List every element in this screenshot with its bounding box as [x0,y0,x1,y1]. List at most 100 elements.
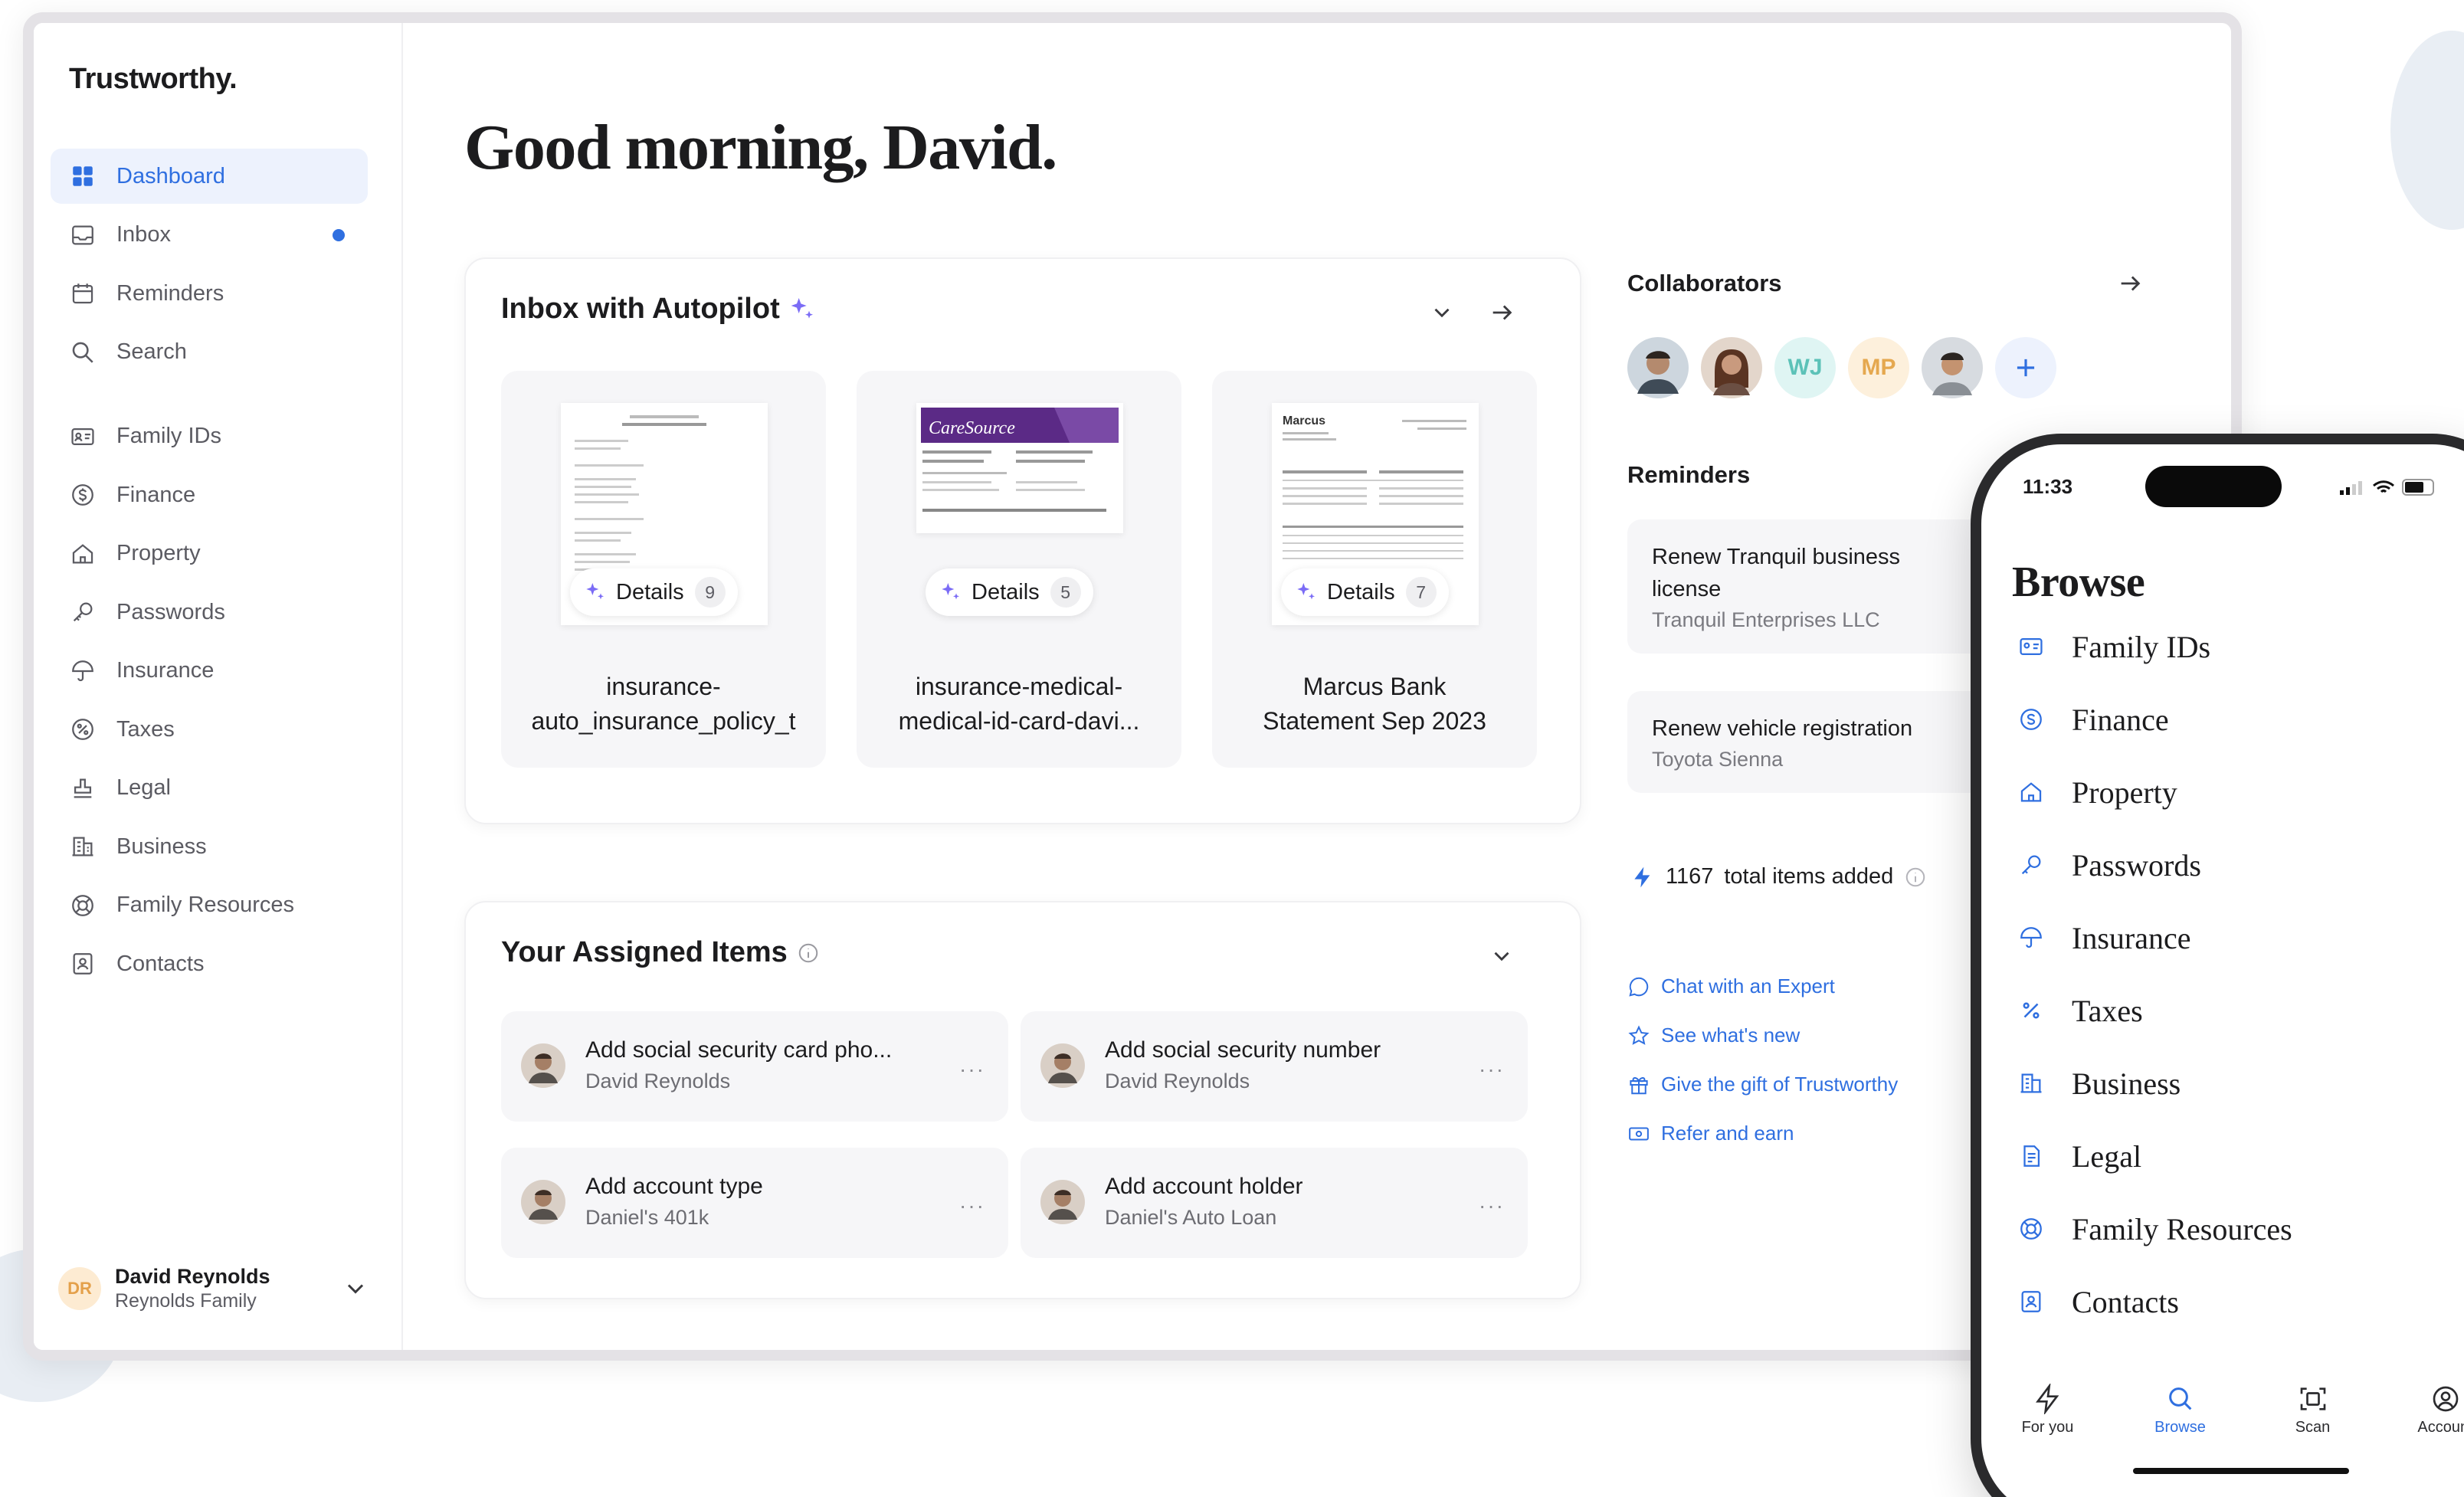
dollar-icon [69,481,97,509]
sidebar-item-label: Family Resources [116,893,295,917]
browse-item-property[interactable]: Property [2012,769,2177,815]
link-gift[interactable]: Give the gift of Trustworthy [1627,1073,1898,1096]
sidebar-item-insurance[interactable]: Insurance [51,644,368,699]
assigned-item-subtitle: David Reynolds [1105,1070,1250,1092]
browse-item-business[interactable]: Business [2012,1060,2181,1106]
status-time: 11:33 [2023,475,2073,498]
sidebar-item-label: Business [116,834,207,859]
collaborator-avatar[interactable] [1701,337,1762,398]
sidebar-item-inbox[interactable]: Inbox [51,208,368,263]
avatar: DR [58,1267,101,1310]
sidebar-item-legal[interactable]: Legal [51,761,368,816]
browse-item-label: Family Resources [2072,1211,2292,1246]
browse-item-label: Finance [2072,702,2169,737]
percent-icon [69,716,97,743]
assigned-item[interactable]: Add account holder Daniel's Auto Loan ··… [1021,1148,1528,1258]
assigned-item-title: Add account holder [1105,1174,1303,1199]
sidebar: Trustworthy. Dashboard Inbox Reminders S… [34,23,403,1350]
open-collaborators-button[interactable] [2113,267,2147,300]
collaborator-avatar[interactable]: WJ [1774,337,1836,398]
info-icon[interactable] [1904,866,1927,889]
chevron-down-icon[interactable] [342,1275,369,1302]
sidebar-item-search[interactable]: Search [51,325,368,380]
browse-item-insurance[interactable]: Insurance [2012,915,2190,961]
link-whats-new[interactable]: See what's new [1627,1024,1800,1047]
collaborator-avatar[interactable]: MP [1848,337,1909,398]
background-blob [2390,31,2464,230]
collapse-button[interactable] [1425,296,1459,329]
browse-item-family-resources[interactable]: Family Resources [2012,1206,2292,1252]
sidebar-item-family-resources[interactable]: Family Resources [51,878,368,933]
document-name-line: medical-id-card-davi... [898,707,1140,735]
details-button[interactable]: Details 7 [1281,568,1449,616]
chat-bubble-icon [1629,977,1649,997]
collapse-button[interactable] [1485,939,1519,973]
reminder-subtitle: Tranquil Enterprises LLC [1652,608,1880,631]
tab-browse[interactable]: Browse [2114,1384,2246,1476]
assigned-item[interactable]: Add social security number David Reynold… [1021,1011,1528,1122]
document-card[interactable]: CareSource Details 5 insurance-medical- … [857,371,1181,768]
browse-item-passwords[interactable]: Passwords [2012,842,2201,888]
assigned-item-title: Add social security card pho... [585,1037,893,1063]
sidebar-item-reminders[interactable]: Reminders [51,266,368,321]
bolt-icon [1634,866,1650,887]
more-options-button[interactable]: ··· [1479,1194,1505,1218]
browse-item-family-ids[interactable]: Family IDs [2012,624,2210,670]
profile-switcher[interactable]: DR David Reynolds Reynolds Family [58,1258,380,1319]
arrow-right-icon [2121,276,2141,291]
sparkle-icon [586,583,604,600]
collaborator-avatar[interactable] [1922,337,1983,398]
sidebar-item-finance[interactable]: Finance [51,467,368,522]
tab-scan[interactable]: Scan [2246,1384,2379,1476]
document-card[interactable]: Details 9 insurance- auto_insurance_poli… [501,371,826,768]
tab-for-you[interactable]: For you [1981,1384,2114,1476]
sidebar-item-family-ids[interactable]: Family IDs [51,409,368,464]
browse-item-contacts[interactable]: Contacts [2012,1279,2179,1325]
sidebar-item-label: Property [116,541,201,565]
assigned-item[interactable]: Add social security card pho... David Re… [501,1011,1008,1122]
house-icon [2012,773,2050,811]
more-options-button[interactable]: ··· [959,1194,985,1218]
mobile-screen: 11:33 Browse Family IDs Finance Property… [1981,444,2464,1497]
sidebar-item-passwords[interactable]: Passwords [51,585,368,640]
document-name: insurance- auto_insurance_policy_t [509,670,818,739]
reminder-title: Renew vehicle registration [1652,716,1913,741]
inbox-title: Inbox with Autopilot [501,293,780,325]
document-name-line: auto_insurance_policy_t [531,707,796,735]
more-options-button[interactable]: ··· [959,1057,985,1082]
inbox-autopilot-card: Inbox with Autopilot Details 9 insurance… [464,257,1581,824]
sidebar-nav: Dashboard Inbox Reminders Search Family … [51,149,368,995]
avatar [521,1043,565,1088]
browse-item-finance[interactable]: Finance [2012,696,2169,742]
document-thumbnail: CareSource [916,403,1123,533]
sidebar-item-contacts[interactable]: Contacts [51,936,368,991]
signal-icon [2340,479,2434,496]
sidebar-item-label: Inbox [116,222,171,247]
browse-item-taxes[interactable]: Taxes [2012,988,2143,1033]
umbrella-icon [69,657,97,685]
document-card[interactable]: Marcus Details 7 Marcus Bank Statement S… [1212,371,1537,768]
link-chat-expert[interactable]: Chat with an Expert [1627,975,1835,998]
details-button[interactable]: Details 9 [570,568,738,616]
reminder-item[interactable]: Renew Tranquil business license Tranquil… [1627,519,1987,654]
open-inbox-button[interactable] [1485,296,1519,329]
sidebar-item-property[interactable]: Property [51,526,368,581]
grid-icon [69,162,97,190]
sidebar-item-business[interactable]: Business [51,819,368,874]
tab-account[interactable]: Account [2379,1384,2464,1476]
details-label: Details [1327,579,1395,604]
link-refer[interactable]: Refer and earn [1627,1122,1794,1145]
sidebar-item-dashboard[interactable]: Dashboard [51,149,368,204]
browse-item-legal[interactable]: Legal [2012,1133,2141,1179]
more-options-button[interactable]: ··· [1479,1057,1505,1082]
assigned-item[interactable]: Add account type Daniel's 401k ··· [501,1148,1008,1258]
reminder-item[interactable]: Renew vehicle registration Toyota Sienna [1627,691,1987,793]
collaborator-avatar[interactable] [1627,337,1689,398]
details-button[interactable]: Details 5 [926,568,1093,616]
info-icon[interactable] [797,942,820,965]
add-collaborator-button[interactable] [1995,337,2056,398]
sidebar-item-taxes[interactable]: Taxes [51,702,368,757]
ticket-icon [1629,1127,1649,1140]
key-icon [2012,846,2050,884]
link-label: Refer and earn [1661,1122,1794,1145]
